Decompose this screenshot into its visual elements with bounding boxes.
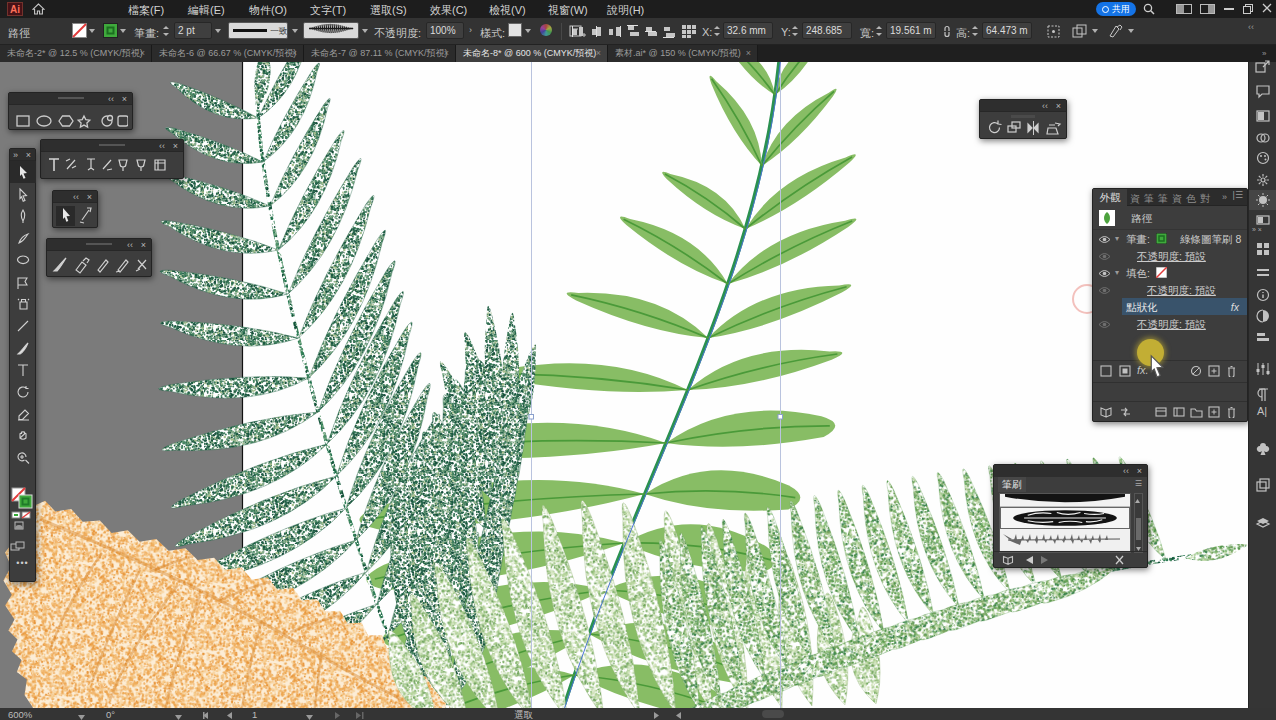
svg-text:A|: A|	[1257, 405, 1267, 417]
